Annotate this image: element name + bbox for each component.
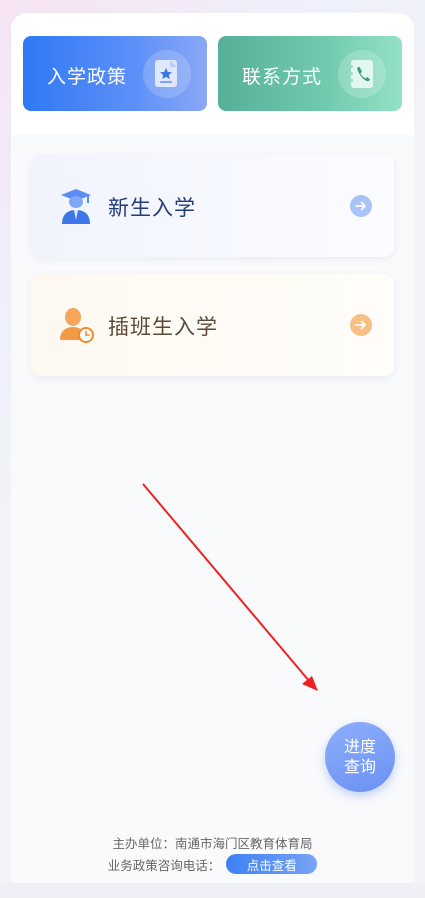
view-hotline-button[interactable]: 点击查看 — [226, 854, 318, 874]
hotline-row: 业务政策咨询电话： 点击查看 — [11, 854, 414, 874]
user-clock-icon — [59, 306, 94, 344]
arrow-right-circle-icon — [350, 314, 372, 336]
transfer-student-label: 插班生入学 — [108, 315, 218, 339]
progress-query-button[interactable]: 进度 查询 — [325, 722, 395, 792]
progress-query-line1: 进度 — [343, 737, 376, 756]
admission-policy-button[interactable]: 入学政策 — [23, 36, 207, 111]
transfer-student-admission-card[interactable]: 插班生入学 — [31, 274, 394, 376]
contact-method-label: 联系方式 — [242, 66, 323, 88]
arrow-right-circle-icon — [350, 195, 372, 217]
progress-query-line2: 查询 — [343, 757, 376, 776]
contact-method-button[interactable]: 联系方式 — [218, 36, 402, 111]
graduate-icon — [59, 187, 93, 225]
phone-book-icon — [338, 50, 386, 98]
new-student-label: 新生入学 — [108, 196, 196, 220]
bottom-strip — [0, 883, 425, 898]
admission-policy-label: 入学政策 — [47, 66, 128, 88]
main-panel: 入学政策 联系方式 新生入学 插班生入学 进度 查询 主办单位：南通市海门区教育… — [11, 13, 414, 883]
new-student-admission-card[interactable]: 新生入学 — [31, 155, 394, 257]
organizer-text: 主办单位：南通市海门区教育体育局 — [112, 836, 313, 851]
hotline-label: 业务政策咨询电话： — [107, 857, 221, 873]
document-star-icon — [143, 50, 191, 98]
